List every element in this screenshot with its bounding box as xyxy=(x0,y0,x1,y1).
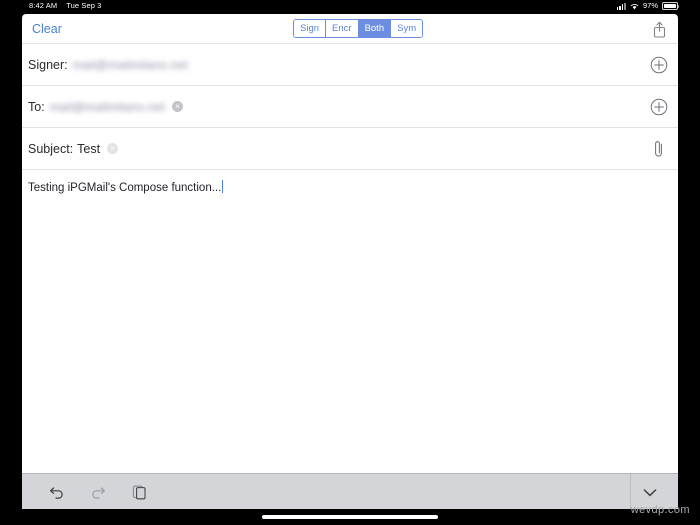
subject-label: Subject: xyxy=(28,141,74,156)
ipad-device-frame: 8:42 AM Tue Sep 3 97% Clear Sign Encr Bo… xyxy=(0,0,700,525)
app-screen: Clear Sign Encr Both Sym Signer: mail@ma… xyxy=(22,14,678,509)
paperclip-icon[interactable] xyxy=(648,138,670,160)
status-bar: 8:42 AM Tue Sep 3 97% xyxy=(0,0,700,12)
to-clear-icon[interactable]: × xyxy=(172,101,184,112)
text-caret xyxy=(221,180,223,193)
cellular-signal-icon xyxy=(616,2,626,10)
signer-row[interactable]: Signer: mail@mailmilano.net xyxy=(22,43,678,85)
subject-clear-icon[interactable]: × xyxy=(107,143,119,154)
status-time: 8:42 AM xyxy=(29,1,58,10)
message-body-text: Testing iPGMail's Compose function... xyxy=(28,182,222,194)
to-row[interactable]: To: mail@mailmilano.net × xyxy=(22,85,678,127)
subject-value: Test xyxy=(77,141,101,156)
status-bar-right: 97% xyxy=(616,0,680,12)
undo-arrow-icon[interactable] xyxy=(42,479,72,505)
share-icon[interactable] xyxy=(648,18,670,40)
keyboard-accessory-bar xyxy=(22,473,678,509)
watermark: wevdp.com xyxy=(630,504,690,516)
clear-button[interactable]: Clear xyxy=(28,20,66,38)
segment-option-sign[interactable]: Sign xyxy=(294,20,327,37)
to-value: mail@mailmilano.net xyxy=(49,99,166,114)
message-body-input[interactable]: Testing iPGMail's Compose function... xyxy=(22,169,678,476)
signer-label: Signer: xyxy=(28,57,68,72)
plus-circle-icon[interactable] xyxy=(648,96,670,118)
wifi-icon xyxy=(630,3,639,9)
plus-circle-icon[interactable] xyxy=(648,54,670,76)
compose-toolbar: Clear Sign Encr Both Sym xyxy=(22,14,678,43)
signer-value: mail@mailmilano.net xyxy=(72,57,188,72)
status-date: Tue Sep 3 xyxy=(66,1,102,10)
battery-icon xyxy=(662,2,680,10)
segment-option-sym[interactable]: Sym xyxy=(391,20,423,37)
crypto-mode-segmented-control[interactable]: Sign Encr Both Sym xyxy=(293,19,424,38)
segment-option-encr[interactable]: Encr xyxy=(326,20,359,37)
to-label: To: xyxy=(28,99,45,114)
clipboard-paste-icon[interactable] xyxy=(124,479,154,505)
status-bar-left: 8:42 AM Tue Sep 3 xyxy=(29,0,101,12)
segment-option-both[interactable]: Both xyxy=(358,20,392,37)
battery-percent-label: 97% xyxy=(642,1,658,10)
home-indicator[interactable] xyxy=(262,515,438,519)
subject-row[interactable]: Subject: Test × xyxy=(22,127,678,169)
redo-arrow-icon[interactable] xyxy=(82,479,112,505)
